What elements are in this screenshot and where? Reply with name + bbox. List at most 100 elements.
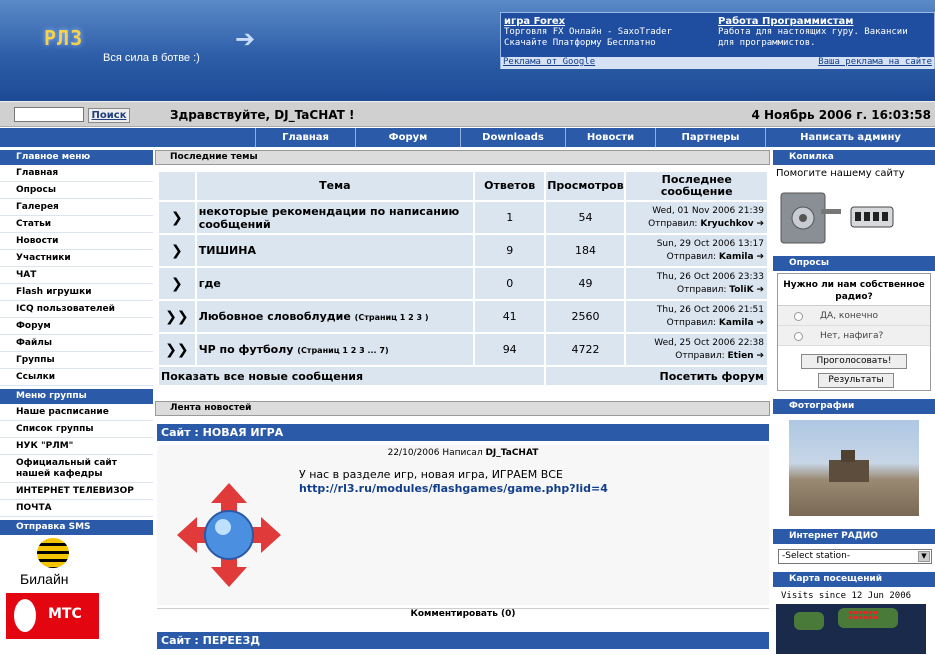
- menu-item-chat[interactable]: ЧАТ: [0, 267, 153, 284]
- menu-item-internet-tv[interactable]: ИНТЕРНЕТ ТЕЛЕВИЗОР: [0, 483, 153, 500]
- icon-column-header: [159, 172, 195, 200]
- author-link[interactable]: Kryuchkov: [700, 219, 753, 229]
- menu-item-home[interactable]: Главная: [0, 165, 153, 182]
- topic-cell[interactable]: некоторые рекомендации по написанию сооб…: [196, 202, 473, 233]
- nav-home[interactable]: Главная: [255, 128, 355, 147]
- menu-item-links[interactable]: Ссылки: [0, 369, 153, 386]
- author-link[interactable]: Etien: [728, 351, 754, 361]
- last-post-cell: Thu, 26 Oct 2006 23:33 Отправил: TolіK ➔: [626, 268, 767, 299]
- topic-link[interactable]: ТИШИНА: [199, 244, 256, 257]
- last-post-cell: Wed, 01 Nov 2006 21:39 Отправил: Kryuchko…: [626, 202, 767, 233]
- search-input[interactable]: [14, 107, 84, 122]
- vote-button[interactable]: Проголосовать!: [801, 354, 907, 369]
- chevron-down-icon[interactable]: ▼: [918, 551, 930, 562]
- last-post-author-line: Отправил: Kamila ➔: [626, 317, 764, 330]
- topic-link[interactable]: Любовное словоблудие: [199, 310, 351, 323]
- menu-item-news[interactable]: Новости: [0, 233, 153, 250]
- photo-thumbnail[interactable]: [789, 420, 919, 516]
- mts-logo[interactable]: МТС: [6, 593, 99, 639]
- nav-downloads[interactable]: Downloads: [460, 128, 565, 147]
- goto-post-icon[interactable]: ➔: [756, 252, 764, 262]
- last-post-date: Thu, 26 Oct 2006 21:51: [656, 304, 764, 315]
- page: РЛ3 ➔ Вся сила в ботве :) игра Forex Тор…: [0, 0, 935, 655]
- topic-cell[interactable]: ЧР по футболу (Страниц 1 2 3 ... 7): [196, 334, 473, 365]
- menu-item-schedule[interactable]: Наше расписание: [0, 404, 153, 421]
- menu-item-files[interactable]: Файлы: [0, 335, 153, 352]
- news-item-body: 22/10/2006 Написал DJ_TaCHAT У нас в раз…: [157, 445, 769, 609]
- nav-write-admin[interactable]: Написать админу: [765, 128, 935, 147]
- topic-link[interactable]: ЧР по футболу: [199, 343, 294, 356]
- beeline-label[interactable]: Билайн: [20, 571, 69, 587]
- menu-item-articles[interactable]: Статьи: [0, 216, 153, 233]
- radio-station-select[interactable]: -Select station- ▼: [778, 549, 932, 564]
- your-ad-link[interactable]: Ваша реклама на сайте: [818, 57, 932, 67]
- ad-title[interactable]: Работа Программистам: [718, 16, 933, 27]
- nav-partners[interactable]: Партнеры: [655, 128, 765, 147]
- menu-item-mail[interactable]: ПОЧТА: [0, 500, 153, 517]
- news-item-title[interactable]: Сайт : НОВАЯ ИГРА: [157, 424, 769, 441]
- ad-programmers[interactable]: Работа Программистам Работа для настоящи…: [718, 16, 933, 49]
- table-header-row: Тема Ответов Просмотров Последнее сообще…: [159, 172, 767, 200]
- menu-item-polls[interactable]: Опросы: [0, 182, 153, 199]
- news-author-link[interactable]: DJ_TaCHAT: [485, 448, 538, 458]
- main-menu-title: Главное меню: [0, 150, 153, 165]
- comment-link[interactable]: Комментировать (0): [157, 609, 769, 619]
- table-row: ❯ где 0 49 Thu, 26 Oct 2006 23:33 Отправи…: [159, 268, 767, 299]
- topic-cell[interactable]: где: [196, 268, 473, 299]
- hot-topic-arrow-icon: ❯❯: [159, 334, 195, 365]
- last-post-column-header: Последнее сообщение: [626, 172, 767, 200]
- poll-question: Нужно ли нам собственное радио?: [778, 279, 930, 306]
- menu-item-icq[interactable]: ICQ пользователей: [0, 301, 153, 318]
- dome-shape: [841, 450, 855, 462]
- safe-icon[interactable]: [777, 183, 897, 249]
- nav-forum[interactable]: Форум: [355, 128, 460, 147]
- menu-item-gallery[interactable]: Галерея: [0, 199, 153, 216]
- author-link[interactable]: Kamila: [719, 252, 754, 262]
- topic-cell[interactable]: Любовное словоблудие (Страниц 1 2 3 ): [196, 301, 473, 332]
- replies-cell: 1: [474, 202, 545, 233]
- news-link[interactable]: http://rl3.ru/modules/flashgames/game.ph…: [299, 482, 608, 495]
- menu-item-department[interactable]: Официальный сайт нашей кафедры: [0, 455, 153, 483]
- radio-button[interactable]: [794, 312, 803, 321]
- views-cell: 54: [546, 202, 625, 233]
- menu-item-groups[interactable]: Группы: [0, 352, 153, 369]
- author-link[interactable]: TolіK: [729, 285, 753, 295]
- news-text: У нас в разделе игр, новая игра, ИГРАЕМ …: [299, 468, 563, 481]
- world-map[interactable]: [776, 604, 926, 654]
- nav-news[interactable]: Новости: [565, 128, 655, 147]
- topic-pages[interactable]: (Страниц 1 2 3 ): [355, 313, 429, 322]
- visit-forum-link[interactable]: Посетить форум: [546, 367, 767, 385]
- author-link[interactable]: Kamila: [719, 318, 754, 328]
- topic-link[interactable]: некоторые рекомендации по написанию сооб…: [199, 205, 460, 231]
- menu-item-forum[interactable]: Форум: [0, 318, 153, 335]
- ads-by-google-link[interactable]: Реклама от Google: [503, 57, 595, 67]
- news-item-title[interactable]: Сайт : ПЕРЕЕЗД: [157, 632, 769, 649]
- beeline-icon[interactable]: [37, 538, 69, 568]
- goto-post-icon[interactable]: ➔: [756, 285, 764, 295]
- show-all-link[interactable]: Показать все новые сообщения: [159, 367, 545, 385]
- sent-by-label: Отправил:: [648, 218, 698, 229]
- results-button[interactable]: Результаты: [818, 373, 894, 388]
- topic-link[interactable]: где: [199, 277, 221, 290]
- menu-item-nuk[interactable]: НУК "РЛМ": [0, 438, 153, 455]
- last-post-author-line: Отправил: Kryuchkov ➔: [626, 218, 764, 231]
- goto-post-icon[interactable]: ➔: [756, 219, 764, 229]
- search-button[interactable]: Поиск: [88, 108, 130, 123]
- topic-pages[interactable]: (Страниц 1 2 3 ... 7): [297, 346, 388, 355]
- poll-option[interactable]: Нет, нафига?: [778, 326, 930, 346]
- site-logo[interactable]: РЛ3: [44, 26, 83, 50]
- piggy-text: Помогите нашему сайту: [776, 168, 905, 179]
- topic-cell[interactable]: ТИШИНА: [196, 235, 473, 266]
- menu-item-members[interactable]: Участники: [0, 250, 153, 267]
- ad-forex[interactable]: игра Forex Торговля FX Онлайн - SaxoTrad…: [504, 16, 709, 49]
- menu-item-group-list[interactable]: Список группы: [0, 421, 153, 438]
- ad-line: Скачайте Платформу Бесплатно: [504, 38, 656, 48]
- radio-title: Интернет РАДИО: [773, 529, 935, 544]
- ad-title[interactable]: игра Forex: [504, 16, 709, 27]
- poll-option[interactable]: ДА, конечно: [778, 306, 930, 326]
- table-row: ❯❯ ЧР по футболу (Страниц 1 2 3 ... 7) 9…: [159, 334, 767, 365]
- menu-item-flash-games[interactable]: Flash игрушки: [0, 284, 153, 301]
- goto-post-icon[interactable]: ➔: [756, 351, 764, 361]
- radio-button[interactable]: [794, 332, 803, 341]
- goto-post-icon[interactable]: ➔: [756, 318, 764, 328]
